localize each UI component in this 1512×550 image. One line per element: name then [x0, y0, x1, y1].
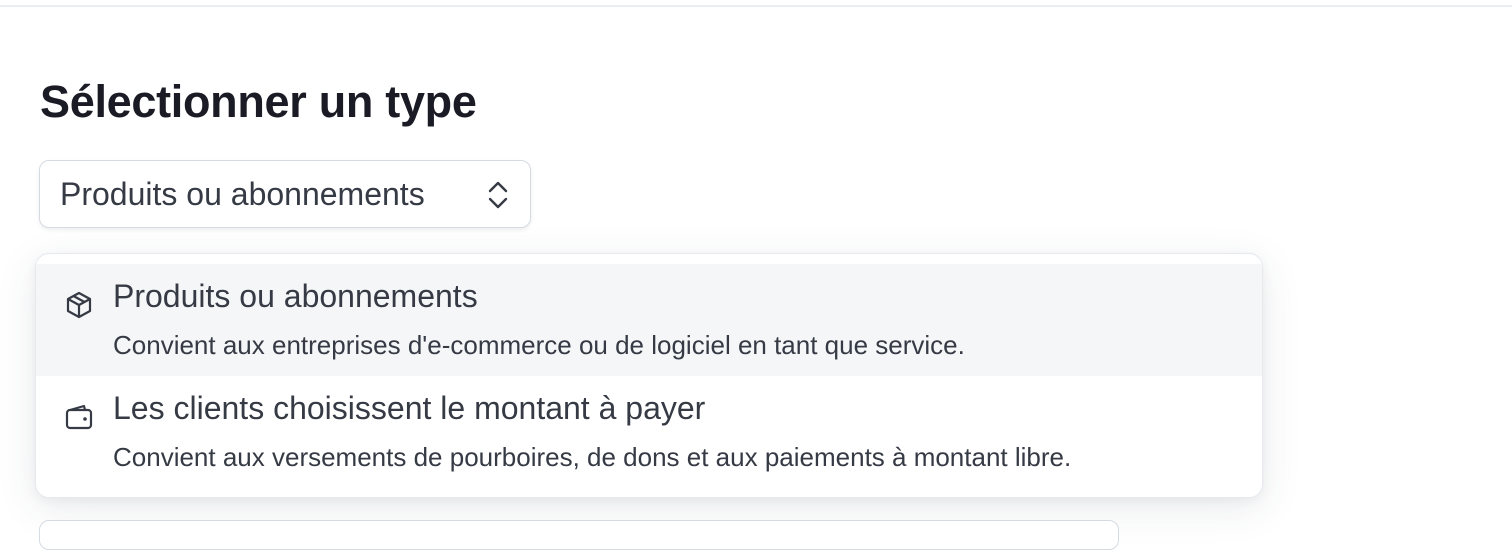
top-divider: [0, 5, 1512, 7]
chevron-up-down-icon: [488, 181, 508, 209]
next-field[interactable]: [39, 520, 1119, 550]
option-description: Convient aux entreprises d'e-commerce ou…: [113, 330, 965, 360]
type-select-value: Produits ou abonnements: [60, 175, 425, 212]
package-box-icon: [66, 291, 92, 319]
wallet-icon: [65, 404, 93, 430]
type-dropdown-menu: Produits ou abonnements Convient aux ent…: [35, 253, 1263, 498]
option-title: Les clients choisissent le montant à pay…: [113, 390, 706, 426]
option-products-subscriptions[interactable]: Produits ou abonnements Convient aux ent…: [36, 264, 1262, 376]
page-title: Sélectionner un type: [40, 76, 477, 127]
option-description: Convient aux versements de pourboires, d…: [113, 442, 1072, 472]
option-title: Produits ou abonnements: [113, 278, 478, 314]
type-select[interactable]: Produits ou abonnements: [39, 160, 531, 228]
option-customer-chooses-amount[interactable]: Les clients choisissent le montant à pay…: [36, 376, 1262, 488]
